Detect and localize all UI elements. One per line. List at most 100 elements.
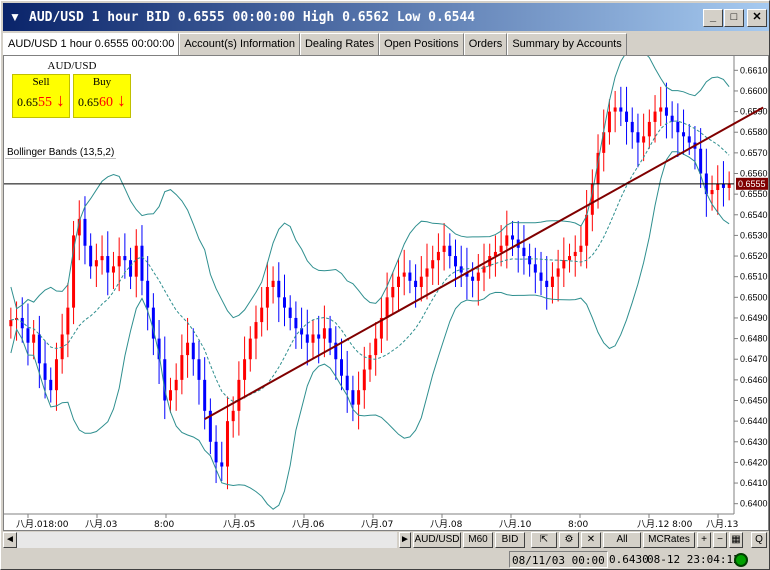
tab-open-positions[interactable]: Open Positions: [379, 33, 464, 55]
candle-body: [345, 375, 349, 391]
plus-icon[interactable]: +: [697, 532, 711, 548]
candle-body: [408, 272, 412, 281]
candle-body: [448, 245, 452, 257]
sell-price-pips: 55: [38, 95, 52, 110]
candle-body: [642, 136, 646, 143]
price-tick-label: 0.6550: [740, 189, 768, 199]
all-button[interactable]: All: [603, 532, 641, 548]
price-chart[interactable]: 0.66100.66000.65900.65800.65700.65600.65…: [3, 55, 769, 531]
candle-body: [20, 317, 24, 329]
window-title: AUD/USD 1 hour BID 0.6555 00:00:00 High …: [29, 9, 476, 25]
candle-body: [140, 245, 144, 281]
buy-price: 0.6560: [78, 95, 113, 111]
candle-body: [391, 287, 395, 298]
candle-body: [123, 256, 127, 261]
candle-body: [32, 334, 36, 343]
tab-summary-by-accounts[interactable]: Summary by Accounts: [507, 33, 627, 55]
candle-body: [271, 280, 275, 287]
q-button[interactable]: Q: [751, 532, 767, 548]
candle-body: [556, 268, 560, 277]
close-button[interactable]: ✕: [747, 9, 767, 27]
candle-body: [670, 115, 674, 122]
time-tick-label: 8:00: [154, 520, 174, 530]
scroll-track[interactable]: [17, 532, 397, 548]
candle-body: [294, 317, 298, 329]
tab-orders[interactable]: Orders: [463, 33, 508, 55]
candle-body: [134, 245, 138, 277]
tab-dealing-rates[interactable]: Dealing Rates: [299, 33, 380, 55]
candle-body: [699, 148, 703, 174]
price-tick-label: 0.6430: [740, 437, 768, 447]
candle-body: [49, 379, 53, 391]
candle-body: [573, 251, 577, 257]
price-tick-label: 0.6500: [740, 292, 768, 302]
side-button[interactable]: BID: [495, 532, 525, 548]
sell-down-arrow-icon: ↓: [56, 90, 65, 110]
price-tick-label: 0.6600: [740, 86, 768, 96]
sell-quote[interactable]: Sell 0.6555 ↓: [12, 74, 70, 118]
candle-body: [568, 256, 572, 261]
candle-body: [54, 359, 58, 391]
candle-body: [545, 280, 549, 287]
connection-status-icon: [734, 553, 748, 567]
candle-body: [727, 183, 731, 188]
indicator-label[interactable]: Bollinger Bands (13,5,2): [5, 147, 117, 159]
candle-body: [180, 355, 184, 380]
candle-body: [311, 334, 315, 343]
candle-body: [197, 359, 201, 380]
buy-price-pips: 60: [99, 95, 113, 110]
candle-body: [117, 256, 121, 267]
candle-body: [374, 338, 378, 356]
maximize-button[interactable]: □: [724, 9, 744, 27]
play-button[interactable]: ►: [399, 532, 411, 548]
tab-chart[interactable]: AUD/USD 1 hour 0.6555 00:00:00: [3, 33, 180, 55]
scroll-left-button[interactable]: ◄: [3, 532, 17, 548]
candle-body: [425, 268, 429, 277]
candle-body: [579, 245, 583, 252]
period-button[interactable]: M60: [463, 532, 493, 548]
minimize-button[interactable]: _: [703, 9, 723, 27]
indicator-tool-icon[interactable]: ⚙: [559, 532, 579, 548]
minus-icon[interactable]: −: [713, 532, 727, 548]
candle-body: [100, 256, 104, 261]
price-tick-label: 0.6480: [740, 334, 768, 344]
candle-body: [351, 390, 355, 405]
candle-body: [710, 190, 714, 195]
grid-icon[interactable]: ▦: [729, 532, 743, 548]
price-tick-label: 0.6580: [740, 127, 768, 137]
candle-body: [203, 379, 207, 411]
candle-body: [505, 235, 509, 246]
candle-body: [397, 276, 401, 287]
candle-body: [533, 264, 537, 273]
source-button[interactable]: MCRates: [643, 532, 695, 548]
candle-body: [499, 245, 503, 252]
cross-tool-icon[interactable]: ✕: [581, 532, 601, 548]
candle-body: [431, 260, 435, 269]
price-tick-label: 0.6490: [740, 313, 768, 323]
chart-window: ▼ AUD/USD 1 hour BID 0.6555 00:00:00 Hig…: [0, 0, 770, 570]
status-clock: 08-12 23:04:12: [647, 553, 740, 566]
candle-body: [83, 218, 87, 246]
candle-body: [37, 334, 41, 364]
candle-body: [476, 272, 480, 281]
candle-body: [282, 297, 286, 308]
sell-price: 0.6555: [17, 95, 52, 111]
tab-account-information[interactable]: Account(s) Information: [179, 33, 300, 55]
candle-body: [362, 369, 366, 391]
candle-body: [89, 245, 93, 267]
candle-body: [129, 260, 133, 277]
cursor-tool-icon[interactable]: ⇱: [531, 532, 557, 548]
title-bar[interactable]: ▼ AUD/USD 1 hour BID 0.6555 00:00:00 Hig…: [3, 3, 769, 31]
chart-toolbar: ◄ ► AUD/USD M60 BID ⇱ ⚙ ✕ All MCRates + …: [3, 531, 769, 549]
chart-canvas[interactable]: 0.66100.66000.65900.65800.65700.65600.65…: [4, 56, 768, 530]
candle-body: [539, 272, 543, 281]
time-tick-label: 八月.03: [85, 519, 117, 530]
status-bar: 08/11/03 00:00 0.6430 08-12 23:04:12: [3, 550, 769, 569]
candle-body: [585, 214, 589, 246]
buy-quote[interactable]: Buy 0.6560 ↓: [73, 74, 131, 118]
symbol-button[interactable]: AUD/USD: [413, 532, 461, 548]
price-tick-label: 0.6560: [740, 169, 768, 179]
candle-body: [317, 334, 321, 339]
candle-body: [368, 355, 372, 370]
price-tick-label: 0.6440: [740, 416, 768, 426]
